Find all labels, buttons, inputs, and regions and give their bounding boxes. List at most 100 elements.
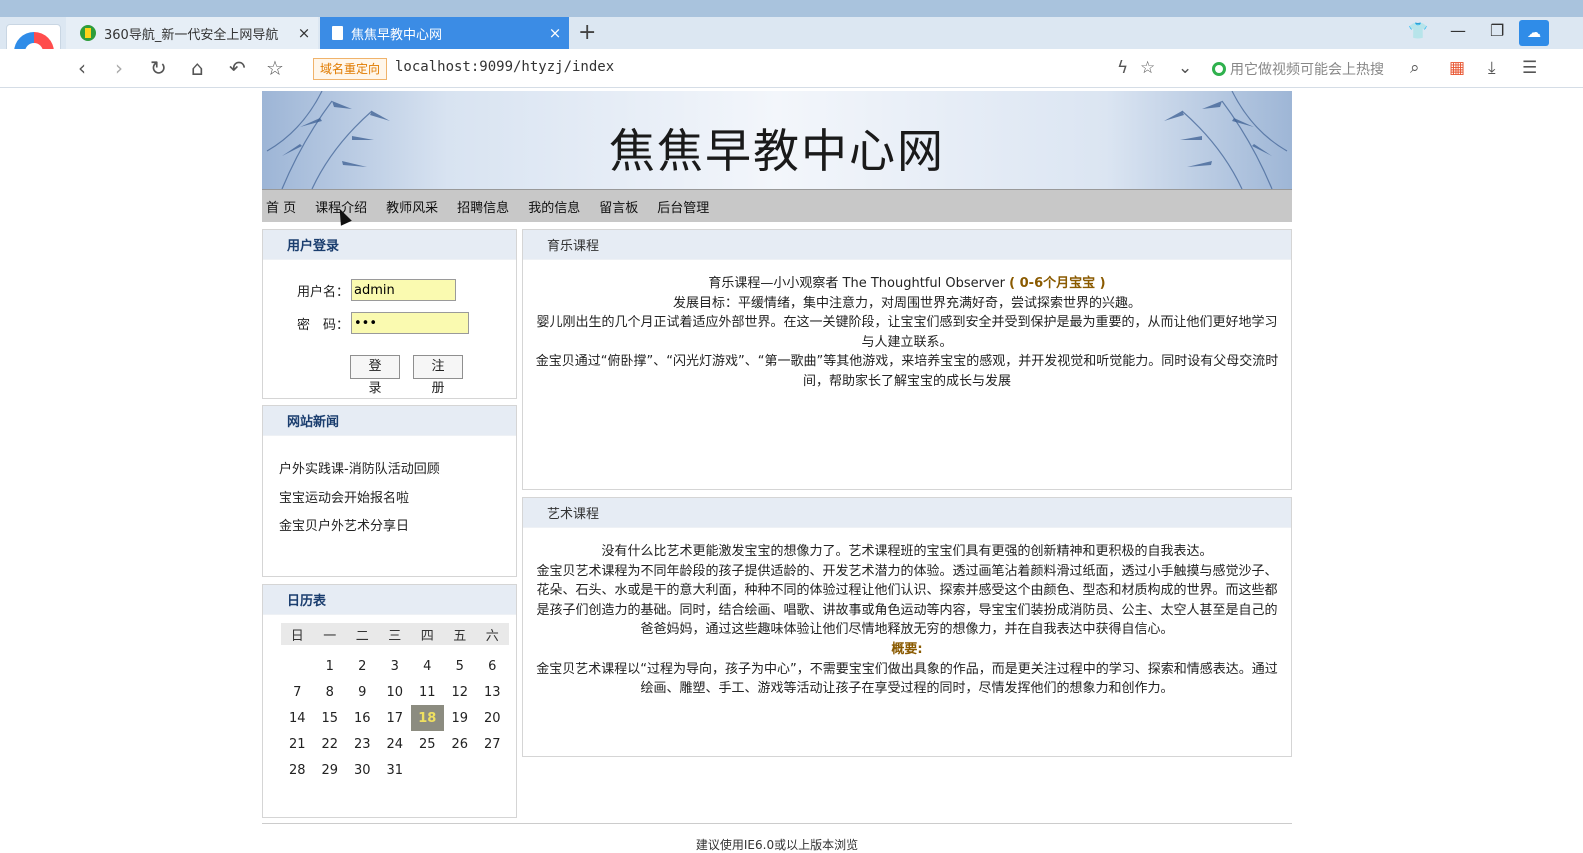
calendar-day: 22 bbox=[321, 736, 339, 752]
calendar-day: 1 bbox=[325, 658, 334, 674]
menu-icon[interactable]: ☰ bbox=[1522, 58, 1537, 78]
weekday-header: 三 bbox=[378, 623, 411, 645]
art-course-title: 艺术课程 bbox=[523, 498, 1291, 528]
calendar-day: 25 bbox=[418, 736, 436, 752]
nav-home[interactable]: 首 页 bbox=[266, 197, 296, 216]
weekday-header: 六 bbox=[476, 623, 509, 645]
calendar-day: 2 bbox=[358, 658, 367, 674]
password-row: 密 码： bbox=[297, 312, 470, 334]
tab-title: 焦焦早教中心网 bbox=[351, 27, 443, 43]
calendar-day: 7 bbox=[293, 684, 302, 700]
calendar-day: 27 bbox=[483, 736, 501, 752]
calendar-day: 21 bbox=[288, 736, 306, 752]
music-course-goal: 发展目标：平缓情绪，集中注意力，对周围世界充满好奇，尝试探索世界的兴趣。 bbox=[672, 295, 1141, 311]
search-engine-icon bbox=[1212, 62, 1226, 76]
calendar-day bbox=[444, 757, 477, 783]
calendar-day: 31 bbox=[386, 762, 404, 778]
url-field[interactable]: localhost:9099/htyzj/index bbox=[395, 59, 614, 75]
dropdown-chevron-icon[interactable]: ⌄ bbox=[1178, 58, 1192, 78]
restore-icon[interactable]: ❐ bbox=[1490, 21, 1504, 40]
back-icon[interactable]: ‹ bbox=[78, 56, 86, 80]
weekday-header: 四 bbox=[411, 623, 444, 645]
weekday-header: 一 bbox=[313, 623, 346, 645]
art-summary-label: 概要: bbox=[891, 641, 923, 657]
calendar-day: 8 bbox=[325, 684, 334, 700]
username-input[interactable] bbox=[351, 279, 457, 301]
music-course-name: 育乐课程—小小观察者 The Thoughtful Observer bbox=[708, 276, 1006, 291]
calendar-day: 13 bbox=[483, 684, 501, 700]
calendar-day: 14 bbox=[288, 710, 306, 726]
music-course-paragraph: 金宝贝通过“俯卧撑”、“闪光灯游戏”、“第一歌曲”等其他游戏，来培养宝宝的感观，… bbox=[535, 354, 1279, 389]
tab-close-icon[interactable]: × bbox=[541, 24, 569, 42]
password-label: 密 码： bbox=[297, 317, 350, 333]
minimize-icon[interactable]: — bbox=[1450, 21, 1466, 40]
calendar-today: 18 bbox=[411, 705, 444, 731]
music-course-heading: 育乐课程—小小观察者 The Thoughtful Observer ( 0-6… bbox=[535, 274, 1279, 294]
news-panel: 网站新闻 户外实践课-消防队活动回顾 宝宝运动会开始报名啦 金宝贝户外艺术分享日 bbox=[262, 405, 517, 577]
news-item[interactable]: 金宝贝户外艺术分享日 bbox=[279, 515, 516, 544]
login-button[interactable]: 登 录 bbox=[350, 355, 400, 396]
news-item[interactable]: 宝宝运动会开始报名啦 bbox=[279, 487, 516, 516]
calendar-day: 9 bbox=[358, 684, 367, 700]
register-button[interactable]: 注 册 bbox=[413, 355, 463, 396]
forward-icon[interactable]: › bbox=[115, 56, 123, 80]
calendar-day: 10 bbox=[386, 684, 404, 700]
news-item[interactable]: 户外实践课-消防队活动回顾 bbox=[279, 458, 516, 487]
calendar-day: 15 bbox=[321, 710, 339, 726]
username-label: 用户名： bbox=[297, 284, 350, 300]
tab-360-navigation[interactable]: 360导航_新一代安全上网导航 × bbox=[66, 17, 318, 49]
calendar-day: 17 bbox=[386, 710, 404, 726]
search-icon[interactable]: ⌕ bbox=[1410, 58, 1420, 78]
nav-admin[interactable]: 后台管理 bbox=[657, 197, 709, 216]
favorite-star-icon[interactable]: ☆ bbox=[266, 56, 284, 80]
site-banner: 焦焦早教中心网 bbox=[262, 91, 1292, 189]
calendar-day bbox=[411, 757, 444, 783]
download-icon[interactable]: ⤓ bbox=[1488, 58, 1496, 78]
page-favicon-icon bbox=[332, 26, 343, 40]
weekday-header: 二 bbox=[346, 623, 379, 645]
undo-icon[interactable]: ↶ bbox=[229, 56, 246, 80]
calendar-day bbox=[476, 757, 509, 783]
nav-my-info[interactable]: 我的信息 bbox=[528, 197, 580, 216]
redirect-badge[interactable]: 域名重定向 bbox=[313, 58, 387, 80]
music-course-title: 育乐课程 bbox=[523, 230, 1291, 260]
calendar-day: 12 bbox=[451, 684, 469, 700]
username-row: 用户名： bbox=[297, 279, 457, 301]
calendar-day: 26 bbox=[451, 736, 469, 752]
calendar-day: 30 bbox=[353, 762, 371, 778]
bookmark-star-icon[interactable]: ☆ bbox=[1140, 58, 1155, 78]
cloud-sync-icon[interactable]: ☁ bbox=[1519, 20, 1549, 46]
art-course-summary: 金宝贝艺术课程以“过程为导向，孩子为中心”，不需要宝宝们做出具象的作品，而是更关… bbox=[536, 661, 1278, 697]
reload-icon[interactable]: ↻ bbox=[150, 56, 167, 80]
nav-teachers[interactable]: 教师风采 bbox=[386, 197, 438, 216]
calendar-day: 28 bbox=[288, 762, 306, 778]
nav-recruitment[interactable]: 招聘信息 bbox=[457, 197, 509, 216]
new-tab-button[interactable]: + bbox=[578, 20, 596, 45]
calendar-day: 20 bbox=[483, 710, 501, 726]
calendar-day: 11 bbox=[418, 684, 436, 700]
site-title: 焦焦早教中心网 bbox=[609, 124, 945, 178]
apps-grid-icon[interactable]: ▦ bbox=[1449, 58, 1465, 78]
main-content: 育乐课程 育乐课程—小小观察者 The Thoughtful Observer … bbox=[522, 229, 1292, 757]
calendar-day: 6 bbox=[488, 658, 497, 674]
home-icon[interactable]: ⌂ bbox=[191, 56, 204, 80]
music-course-body: 育乐课程—小小观察者 The Thoughtful Observer ( 0-6… bbox=[523, 260, 1291, 392]
age-range-highlight: ( 0-6个月宝宝 ) bbox=[1009, 276, 1106, 291]
360-favicon-icon bbox=[80, 25, 96, 41]
tab-active-site[interactable]: 焦焦早教中心网 × bbox=[320, 17, 569, 49]
page-container: 焦焦早教中心网 首 页 课程介绍 教师风采 招聘信息 我的信息 留言板 后台管理… bbox=[262, 91, 1292, 852]
news-title: 网站新闻 bbox=[263, 406, 516, 436]
password-input[interactable] bbox=[351, 312, 470, 334]
calendar-day: 29 bbox=[321, 762, 339, 778]
calendar-table: 日 一 二 三 四 五 六 1 2 3 4 5 6 7 8 9 10 11 12… bbox=[281, 623, 509, 783]
lightning-icon[interactable]: ϟ bbox=[1117, 58, 1128, 78]
nav-message-board[interactable]: 留言板 bbox=[599, 197, 638, 216]
tab-close-icon[interactable]: × bbox=[290, 24, 318, 42]
calendar-day: 23 bbox=[353, 736, 371, 752]
calendar-day: 5 bbox=[455, 658, 464, 674]
search-input[interactable]: 用它做视频可能会上热搜 bbox=[1212, 58, 1427, 80]
shirt-icon[interactable]: 👕 bbox=[1408, 21, 1428, 40]
calendar-title: 日历表 bbox=[263, 585, 516, 615]
calendar-day: 3 bbox=[390, 658, 399, 674]
calendar-day bbox=[281, 645, 314, 679]
